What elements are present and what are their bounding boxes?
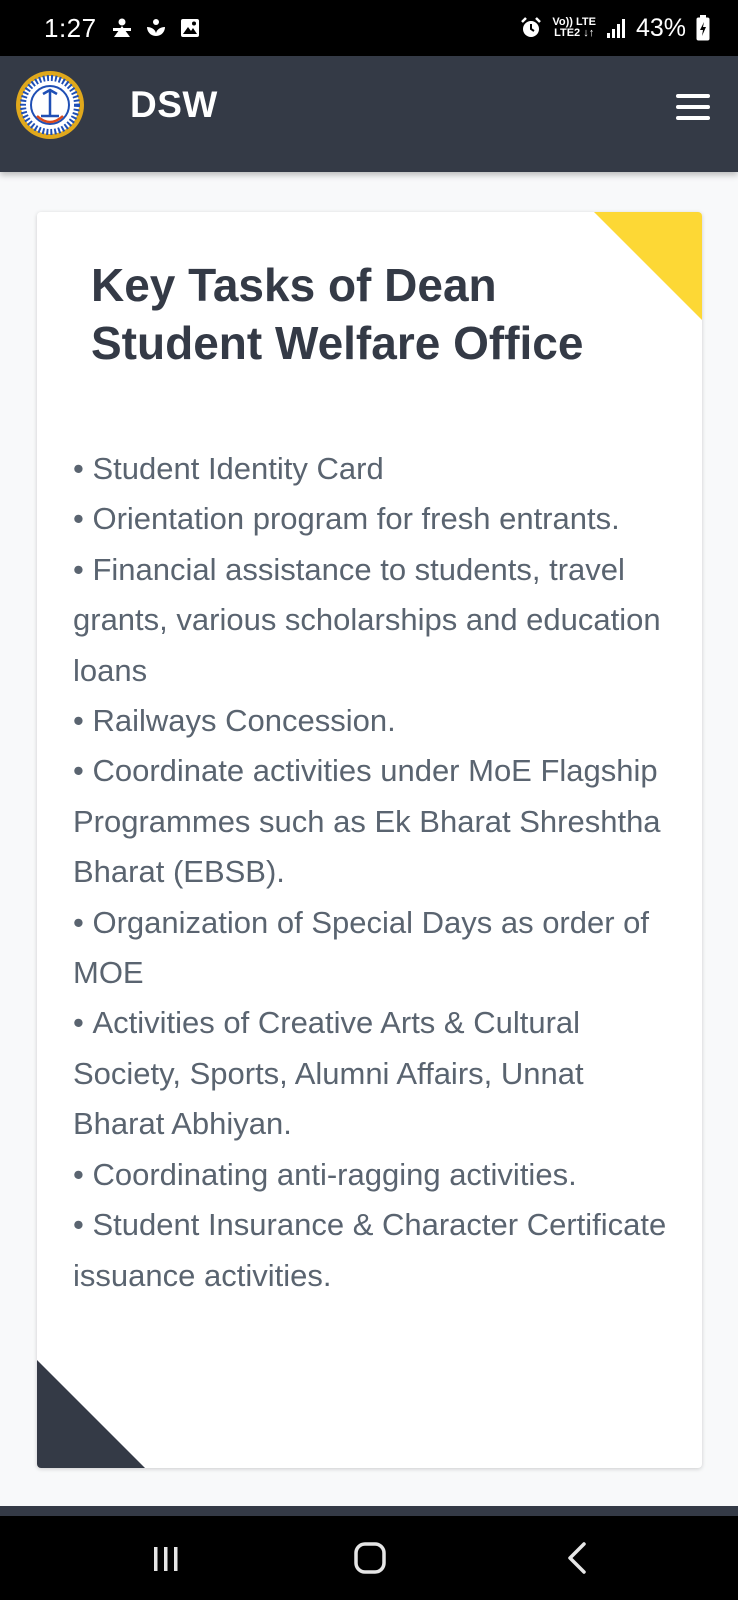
- recents-icon[interactable]: [146, 1538, 186, 1578]
- back-icon[interactable]: [558, 1538, 598, 1578]
- task-list: Student Identity CardOrientation program…: [73, 444, 673, 1301]
- task-list-item: Student Insurance & Character Certificat…: [73, 1200, 673, 1301]
- page: 1:27 Vo)) LTE LTE2 ↓↑ 43% DSW Key Tasks …: [0, 0, 738, 1600]
- status-bar: 1:27 Vo)) LTE LTE2 ↓↑ 43%: [0, 0, 738, 56]
- notification-icons: [111, 17, 201, 39]
- network-indicator: Vo)) LTE LTE2 ↓↑: [552, 17, 596, 39]
- task-list-item: Coordinate activities under MoE Flagship…: [73, 746, 673, 897]
- hamburger-menu-icon[interactable]: [676, 94, 710, 120]
- signal-icon: [606, 19, 625, 38]
- battery-charging-icon: [696, 15, 710, 41]
- alarm-icon: [521, 17, 542, 37]
- home-icon[interactable]: [350, 1538, 390, 1578]
- task-list-item: Railways Concession.: [73, 696, 673, 746]
- task-list-item: Activities of Creative Arts & Cultural S…: [73, 998, 673, 1149]
- card-title: Key Tasks of Dean Student Welfare Office: [91, 259, 584, 369]
- task-list-item: Organization of Special Days as order of…: [73, 898, 673, 999]
- task-list-item: Financial assistance to students, travel…: [73, 545, 673, 696]
- notification-leaf-icon: [146, 19, 165, 36]
- dark-corner-decoration: [37, 1360, 145, 1468]
- app-title: DSW: [130, 84, 218, 125]
- gallery-icon: [180, 19, 199, 37]
- network-label-bottom: LTE2 ↓↑: [554, 27, 595, 39]
- notification-person-icon: [112, 18, 131, 37]
- menu-line: [676, 105, 710, 109]
- status-left: 1:27: [44, 13, 201, 44]
- menu-line: [676, 116, 710, 120]
- institute-logo[interactable]: [15, 70, 85, 140]
- menu-line: [676, 94, 710, 98]
- status-time: 1:27: [44, 12, 97, 43]
- task-list-item: Coordinating anti-ragging activities.: [73, 1150, 673, 1200]
- status-right: Vo)) LTE LTE2 ↓↑ 43%: [520, 14, 710, 43]
- task-list-item: Orientation program for fresh entrants.: [73, 494, 673, 544]
- battery-percent: 43%: [635, 13, 686, 42]
- app-bar: DSW: [0, 56, 738, 172]
- system-nav-bar: [0, 1516, 738, 1600]
- task-list-item: Student Identity Card: [73, 444, 673, 494]
- key-tasks-card: Key Tasks of Dean Student Welfare Office…: [37, 212, 702, 1468]
